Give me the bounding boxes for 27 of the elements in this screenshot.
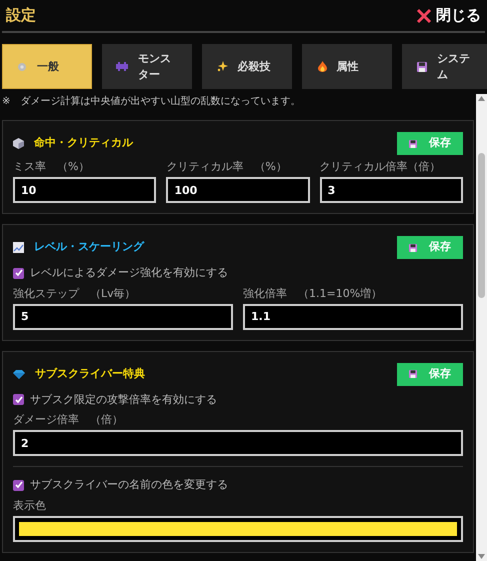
field-label: 強化倍率 （1.1=10%増） <box>243 286 384 302</box>
field-label: 強化ステップ （Lv毎） <box>13 286 137 302</box>
close-button[interactable]: 閉じる <box>416 4 481 27</box>
tab[interactable]: 一般 <box>2 44 92 89</box>
input-field[interactable]: 2 <box>13 430 463 456</box>
tab[interactable]: モンスター <box>102 44 192 89</box>
checkbox-label: レベルによるダメージ強化を有効にする <box>30 265 228 281</box>
tab[interactable]: 必殺技 <box>202 44 292 89</box>
tab[interactable]: 属性 <box>302 44 392 89</box>
note-text: ※ ダメージ計算は中央値が出やすい山型の乱数になっています。 <box>1 94 302 109</box>
field-label: ダメージ倍率 （倍） <box>13 412 124 428</box>
input-field[interactable]: 100 <box>166 177 310 203</box>
tab[interactable]: システム <box>402 44 487 89</box>
input-field[interactable]: 3 <box>320 177 463 203</box>
field-label: クリティカル率 （%） <box>166 159 288 175</box>
checkbox-label: サブスクライバーの名前の色を変更する <box>30 477 228 493</box>
field-label: クリティカル倍率（倍） <box>320 159 442 175</box>
field-label: 表示色 <box>13 498 47 514</box>
input-field[interactable]: 10 <box>13 177 156 203</box>
section-title: 命中・クリティカル <box>34 135 133 152</box>
input-field[interactable]: 1.1 <box>243 304 463 330</box>
input-field[interactable]: 5 <box>13 304 233 330</box>
section-title: サブスクライバー特典 <box>35 366 145 382</box>
field-label: ミス率 （%） <box>13 159 90 175</box>
checkbox-label: サブスク限定の攻撃倍率を有効にする <box>30 392 217 408</box>
section-title: レベル・スケーリング <box>34 239 144 256</box>
window-title: 設定 <box>6 5 36 26</box>
